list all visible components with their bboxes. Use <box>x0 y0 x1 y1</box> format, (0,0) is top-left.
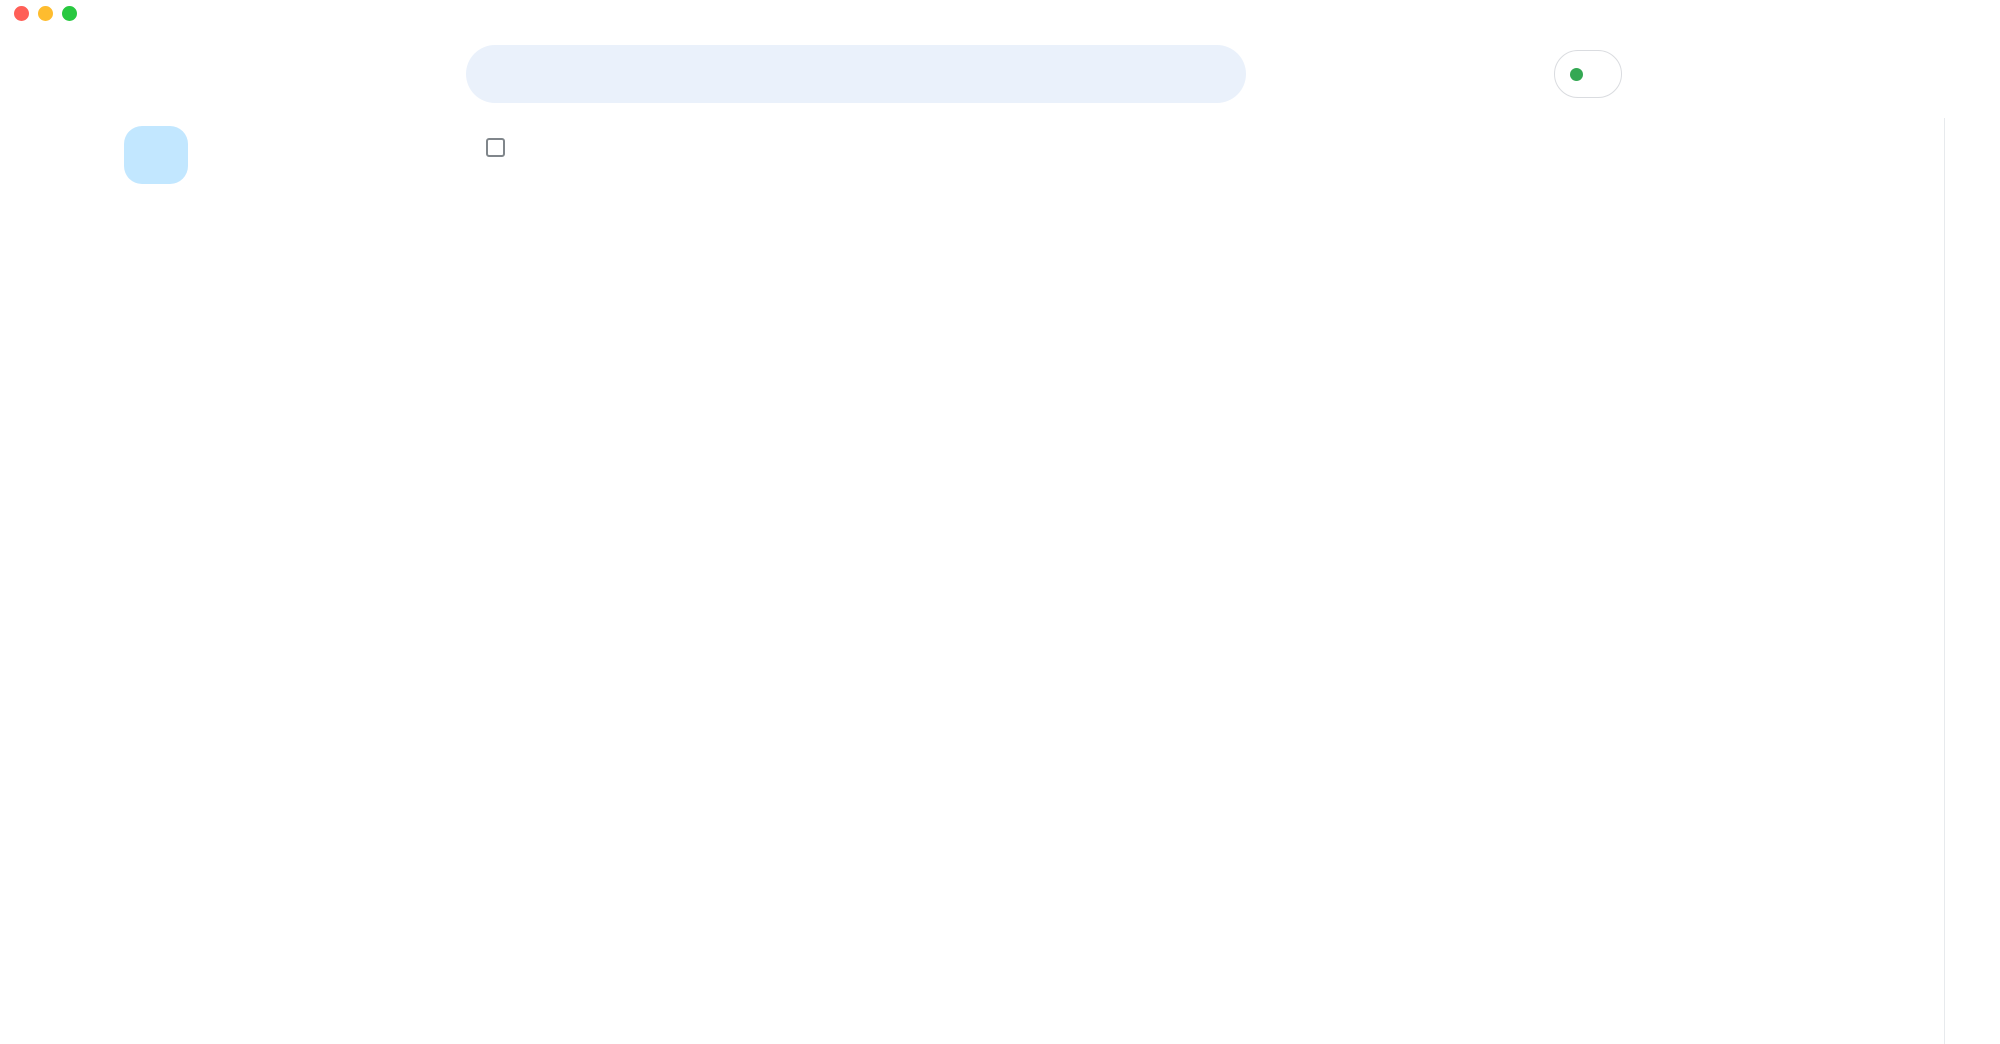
apps-button[interactable] <box>1742 50 1790 98</box>
mail-list <box>460 120 1914 1044</box>
zoom-window-button[interactable] <box>62 6 77 21</box>
profile-avatar[interactable] <box>1860 47 1914 101</box>
header-actions <box>1554 47 1914 101</box>
select-all-control[interactable] <box>486 138 508 157</box>
window-titlebar <box>0 0 2000 28</box>
sidebar <box>112 28 460 1044</box>
left-rail <box>0 28 112 1044</box>
search-button[interactable] <box>474 50 522 98</box>
search-input[interactable] <box>522 63 1190 85</box>
active-status-dot <box>1570 68 1583 81</box>
main-menu-button[interactable] <box>0 28 112 120</box>
help-button[interactable] <box>1630 50 1678 98</box>
right-side-panel <box>1944 28 2000 1044</box>
sidebar-nav <box>112 204 460 1018</box>
settings-button[interactable] <box>1686 50 1734 98</box>
window-controls <box>14 6 77 21</box>
minimize-window-button[interactable] <box>38 6 53 21</box>
compose-button[interactable] <box>124 126 188 184</box>
search-bar[interactable] <box>466 45 1246 103</box>
search-options-button[interactable] <box>1190 50 1238 98</box>
gmail-app <box>0 28 2000 1044</box>
main-header <box>460 28 1914 120</box>
list-toolbar <box>460 120 1914 174</box>
main-area <box>460 28 1944 1044</box>
select-all-checkbox[interactable] <box>486 138 505 157</box>
close-window-button[interactable] <box>14 6 29 21</box>
more-options-button[interactable] <box>596 127 636 167</box>
refresh-button[interactable] <box>532 127 572 167</box>
status-dropdown[interactable] <box>1554 50 1622 98</box>
gmail-logo <box>112 28 460 120</box>
